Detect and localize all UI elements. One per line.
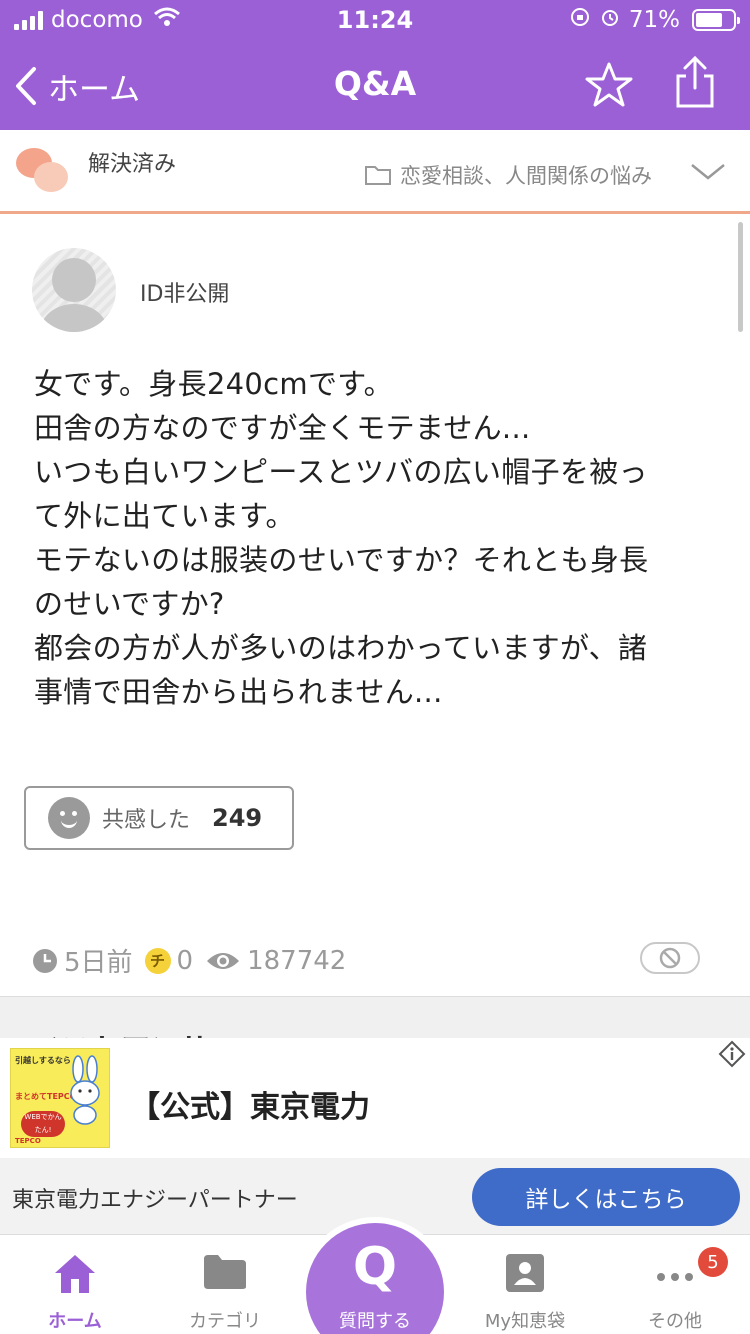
- report-button[interactable]: [640, 942, 700, 974]
- question-line: モテないのは服装のせいですか？それとも身長: [34, 543, 649, 577]
- ad-thumb-pill: WEBでかんたん!: [21, 1111, 65, 1137]
- page-title: Q&A: [333, 64, 417, 103]
- clock-icon: [33, 948, 57, 973]
- ad-title[interactable]: 【公式】東京電力: [130, 1082, 370, 1126]
- category-link[interactable]: 恋愛相談、人間関係の悩み: [364, 160, 652, 190]
- question-line: て外に出ています。: [34, 499, 295, 533]
- ask-question-button[interactable]: Q 質問する: [300, 1217, 450, 1334]
- tepco-logo: TEPCO: [15, 1137, 41, 1145]
- ad-info-icon: [718, 1040, 746, 1068]
- tab-my-chiebukuro[interactable]: My知恵袋: [450, 1235, 600, 1334]
- user-id: ID非公開: [140, 282, 230, 307]
- smile-icon: [48, 797, 90, 839]
- question-line: 女です。身長240cmです。: [34, 367, 393, 401]
- folder-icon: [204, 1255, 246, 1289]
- ask-label: 質問する: [339, 1311, 411, 1332]
- ask-q-symbol: Q: [352, 1237, 398, 1297]
- question-stats: 5日前 チ 0 187742: [32, 942, 358, 979]
- tab-bar: ホーム カテゴリ Q 質問する My知恵袋 その他 5: [0, 1217, 750, 1334]
- battery-percent: 71%: [628, 7, 680, 33]
- posted-time: 5日前: [64, 948, 133, 978]
- tab-home[interactable]: ホーム: [0, 1235, 150, 1334]
- prohibited-icon: [659, 947, 681, 969]
- tab-home-label: ホーム: [48, 1311, 102, 1332]
- question-line: 田舎の方なのですが全くモテません...: [34, 411, 531, 445]
- question-body: 女です。身長240cmです。 田舎の方なのですが全くモテません... いつも白い…: [34, 362, 724, 714]
- tab-category-label: カテゴリ: [189, 1311, 261, 1332]
- ad-thumb-text: 引越しするなら: [15, 1056, 71, 1065]
- avatar: [32, 248, 116, 332]
- ad-sponsor: 東京電力エナジーパートナー: [12, 1188, 298, 1213]
- ask-circle: Q 質問する: [306, 1223, 444, 1334]
- profile-card-icon: [506, 1254, 544, 1292]
- notification-badge: 5: [698, 1247, 728, 1277]
- chat-bubbles-icon: [16, 148, 72, 196]
- advertisement[interactable]: 引越しするなら まとめてTEPCOへ! WEBでかんたん! TEPCO 【公式】…: [0, 1038, 750, 1234]
- empathy-label: 共感した: [102, 808, 191, 833]
- ad-thumbnail[interactable]: 引越しするなら まとめてTEPCOへ! WEBでかんたん! TEPCO: [10, 1048, 110, 1148]
- star-icon: [585, 62, 633, 107]
- empathy-button[interactable]: 共感した 249: [24, 786, 294, 850]
- app-header: docomo 11:24 71% ホーム Q&A: [0, 0, 750, 130]
- question-line: のせいですか?: [34, 587, 225, 621]
- tab-other[interactable]: その他: [600, 1235, 750, 1334]
- eye-icon: [207, 952, 240, 969]
- orientation-lock-icon: [569, 6, 591, 34]
- question-line: 都会の方が人が多いのはわかっていますが、諸: [34, 631, 648, 665]
- more-dots-icon: [657, 1273, 693, 1281]
- scrollbar[interactable]: [738, 222, 743, 332]
- empathy-count: 249: [212, 804, 263, 832]
- best-answer-heading: ベストアンサー: [30, 1025, 239, 1038]
- tab-my-label: My知恵袋: [484, 1311, 566, 1332]
- nav-bar: ホーム Q&A: [0, 42, 750, 130]
- question-line: いつも白いワンピースとツバの広い帽子を被っ: [34, 455, 648, 489]
- question-line: 事情で田舎から出られません...: [34, 675, 443, 709]
- bookmark-star-button[interactable]: [584, 60, 634, 114]
- section-divider: ベストアンサー: [0, 996, 750, 1038]
- share-icon: [676, 55, 714, 108]
- folder-icon: [365, 166, 391, 185]
- question-meta-row: 解決済み 恋愛相談、人間関係の悩み: [0, 130, 750, 214]
- alarm-icon: [599, 6, 621, 34]
- question-card: ID非公開 女です。身長240cmです。 田舎の方なのですが全くモテません...…: [0, 216, 750, 996]
- expand-category-button[interactable]: [690, 162, 726, 186]
- category-label: 恋愛相談、人間関係の悩み: [400, 164, 652, 188]
- chie-coin-icon: チ: [144, 947, 171, 974]
- rabbit-mascot-icon: [70, 1055, 100, 1125]
- tab-category[interactable]: カテゴリ: [150, 1235, 300, 1334]
- coin-count: 0: [176, 945, 194, 976]
- status-bar: docomo 11:24 71%: [0, 0, 750, 42]
- ad-info-button[interactable]: [718, 1040, 746, 1072]
- resolved-status: 解決済み: [88, 152, 177, 177]
- share-button[interactable]: [672, 54, 718, 116]
- tab-other-label: その他: [648, 1311, 702, 1332]
- chevron-down-icon: [691, 164, 725, 180]
- view-count: 187742: [247, 945, 347, 976]
- battery-icon: [692, 9, 740, 31]
- ad-cta-button[interactable]: 詳しくはこちら: [472, 1168, 740, 1226]
- home-icon: [55, 1255, 95, 1293]
